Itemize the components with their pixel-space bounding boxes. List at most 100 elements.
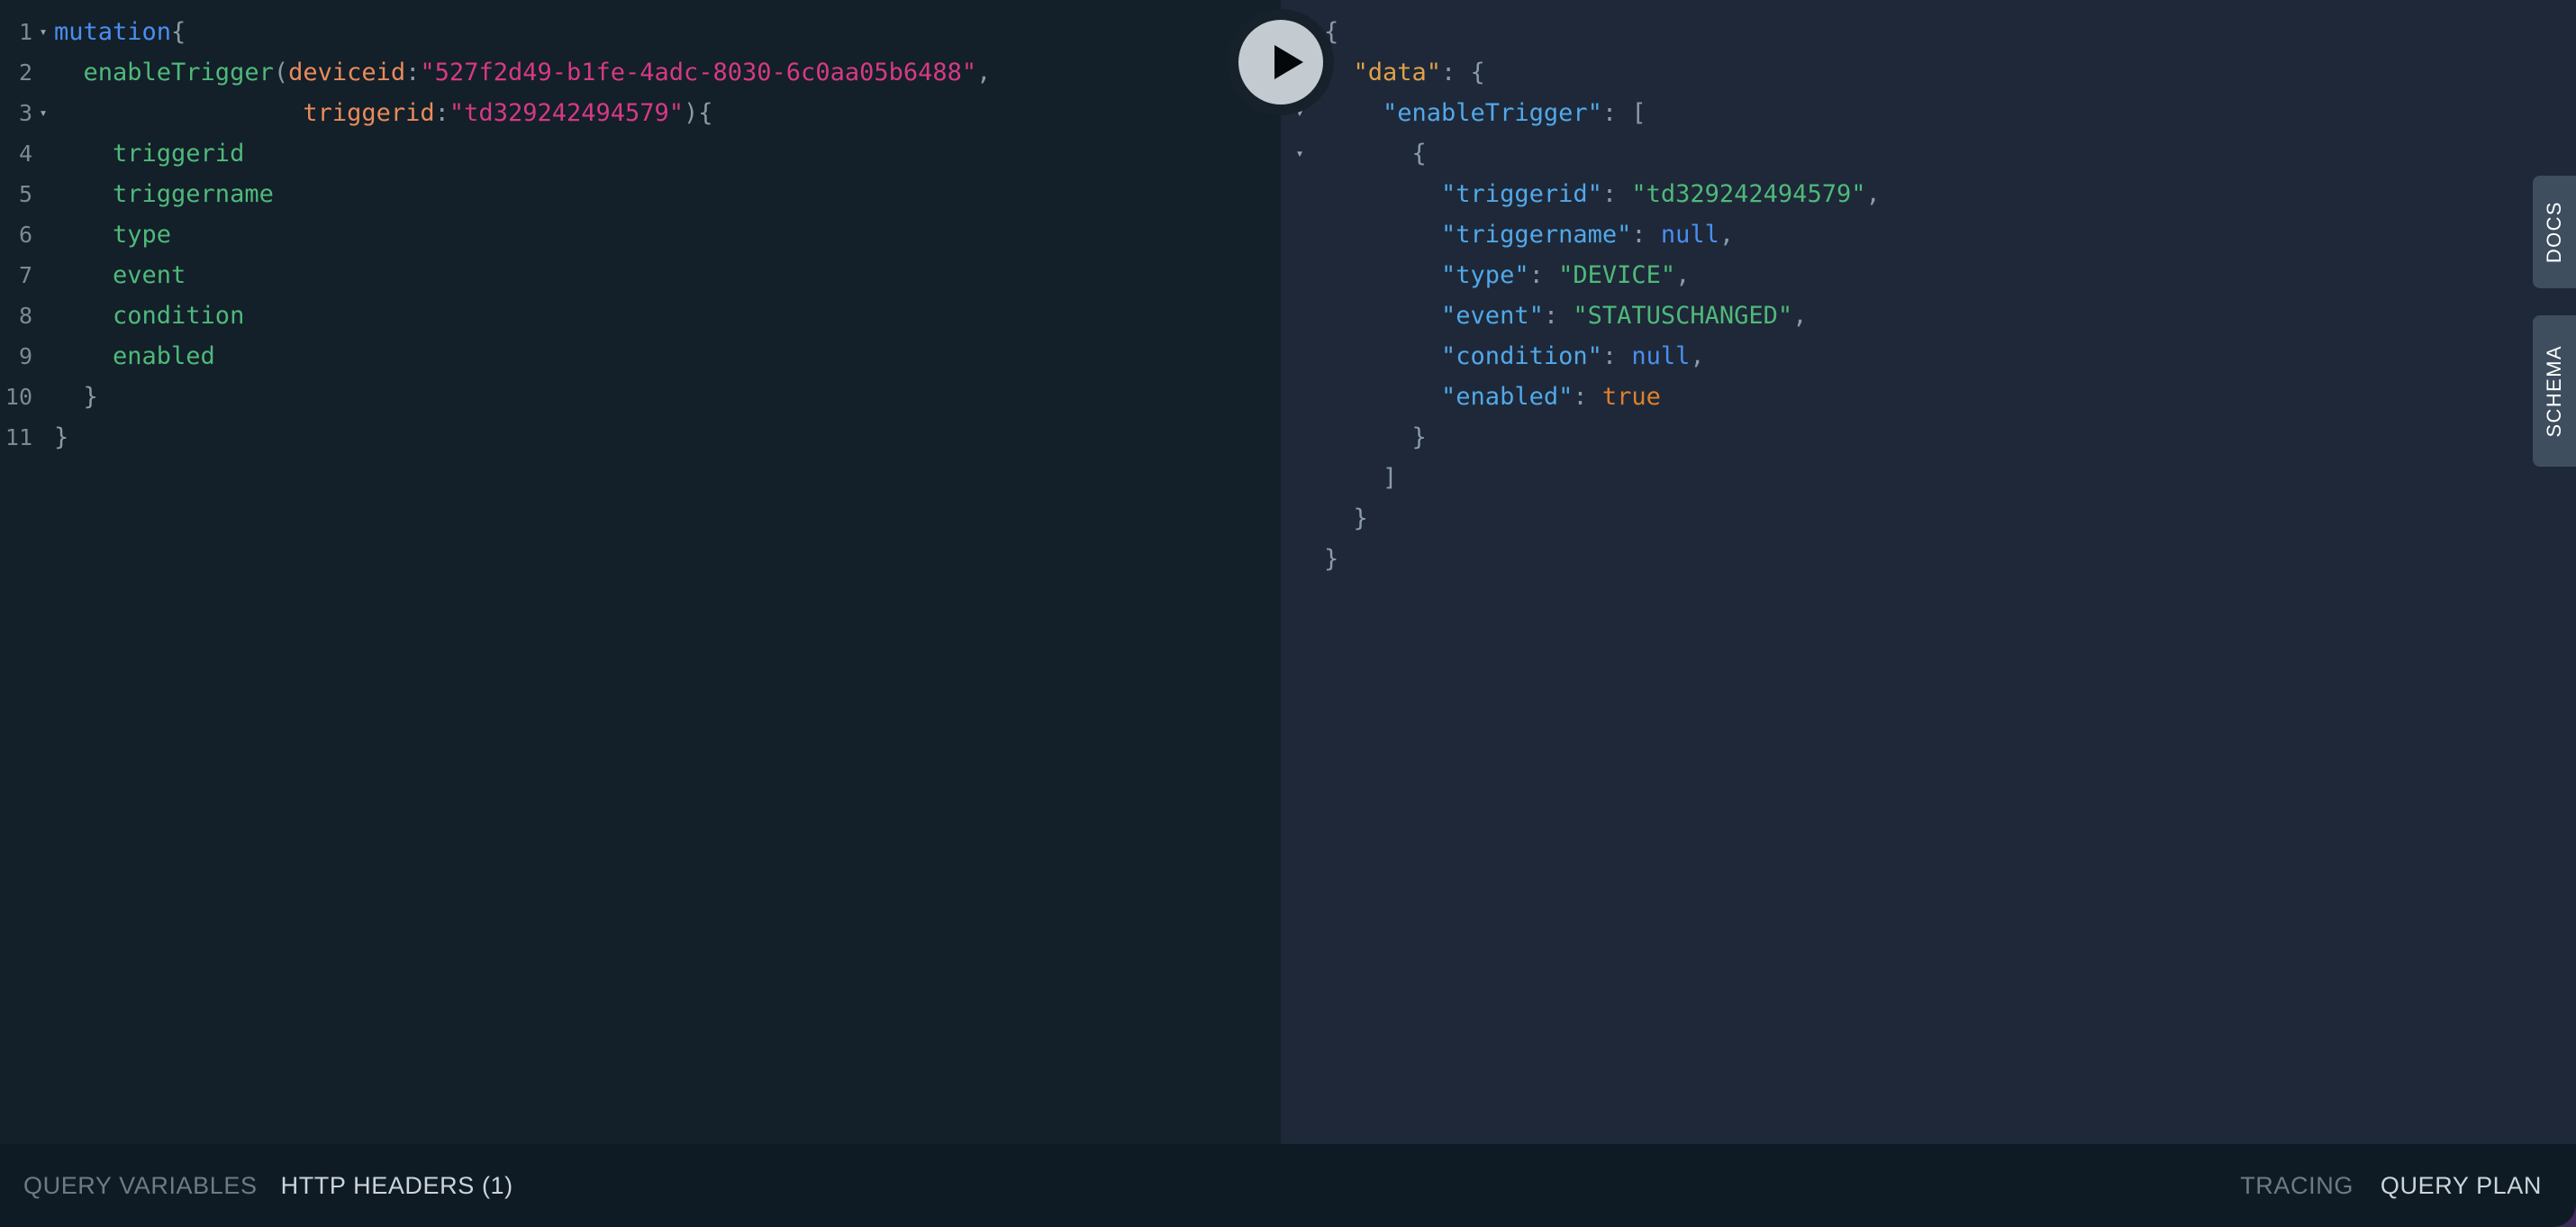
- response-line-content: }: [1324, 539, 1338, 579]
- bottom-bar-right-tabs: TRACING QUERY PLAN: [2240, 1172, 2542, 1200]
- response-line: "condition": null,: [1281, 336, 2576, 377]
- json-token: :: [1573, 383, 1602, 411]
- code-token: {: [171, 18, 186, 46]
- line-number: 3: [18, 100, 32, 126]
- code-token: enabled: [54, 342, 215, 370]
- json-token: "STATUSCHANGED": [1573, 302, 1793, 330]
- code-token: ,: [976, 59, 992, 86]
- sidebar-tab-schema-label: SCHEMA: [2543, 344, 2565, 438]
- line-content: triggerid:"td329242494579"){: [54, 93, 713, 133]
- editor-line: 5 triggername: [0, 174, 1281, 214]
- query-editor-pane[interactable]: 1 ▾ mutation{2 enableTrigger(deviceid:"527…: [0, 0, 1281, 1144]
- response-line: ▾ "enableTrigger": [: [1281, 93, 2576, 133]
- json-token: "triggername": [1324, 221, 1632, 249]
- json-token: }: [1324, 504, 1368, 532]
- code-token: "td329242494579": [449, 99, 685, 127]
- sidebar-tab-docs[interactable]: DOCS: [2533, 176, 2576, 288]
- json-token: null: [1631, 342, 1691, 370]
- fold-toggle-icon[interactable]: ▾: [1292, 133, 1308, 174]
- response-line: "type": "DEVICE",: [1281, 255, 2576, 295]
- json-token: "event": [1324, 302, 1544, 330]
- line-number: 7: [18, 262, 32, 288]
- editor-line: 7 event: [0, 255, 1281, 295]
- json-token: }: [1324, 423, 1427, 451]
- code-token: enableTrigger: [54, 59, 274, 86]
- response-line: "enabled": true: [1281, 377, 2576, 417]
- code-token: ){: [684, 99, 713, 127]
- line-number: 11: [5, 424, 32, 450]
- line-number: 9: [18, 343, 32, 369]
- execute-query-button[interactable]: [1228, 9, 1334, 115]
- code-token: mutation: [54, 18, 172, 46]
- response-line-content: "triggername": null,: [1324, 214, 1734, 255]
- code-token: type: [54, 221, 172, 249]
- response-line-content: }: [1324, 417, 1427, 458]
- json-token: "DEVICE": [1558, 261, 1676, 289]
- response-viewer-code: ▾{▾ "data": {▾ "enableTrigger": [▾ { "tr…: [1281, 12, 2576, 579]
- code-token: triggername: [54, 180, 274, 208]
- line-number: 1: [18, 19, 32, 45]
- response-line-content: }: [1324, 498, 1368, 539]
- response-line: ▾{: [1281, 12, 2576, 52]
- bottom-bar: QUERY VARIABLES HTTP HEADERS (1) TRACING Q…: [0, 1144, 2576, 1227]
- sidebar-tab-docs-label: DOCS: [2543, 200, 2565, 264]
- response-line-content: "enableTrigger": [: [1324, 93, 1646, 133]
- response-line-content: "data": {: [1324, 52, 1485, 93]
- response-line-content: "type": "DEVICE",: [1324, 255, 1690, 295]
- bottom-tab-http-headers[interactable]: HTTP HEADERS (1): [281, 1172, 513, 1200]
- json-token: ,: [1690, 342, 1705, 370]
- line-content: mutation{: [54, 12, 186, 52]
- response-line-content: "condition": null,: [1324, 336, 1705, 377]
- workspace-split: 1 ▾ mutation{2 enableTrigger(deviceid:"527…: [0, 0, 2576, 1144]
- editor-line: 4 triggerid: [0, 133, 1281, 174]
- sidebar-tab-schema[interactable]: SCHEMA: [2533, 315, 2576, 467]
- json-token: :: [1528, 261, 1559, 289]
- code-token: "527f2d49-b1fe-4adc-8030-6c0aa05b6488": [420, 59, 977, 86]
- response-line: ]: [1281, 458, 2576, 498]
- response-viewer-pane[interactable]: ▾{▾ "data": {▾ "enableTrigger": [▾ { "tr…: [1281, 0, 2576, 1144]
- line-content: }: [54, 417, 68, 458]
- response-line-content: "enabled": true: [1324, 377, 1661, 417]
- line-number: 10: [5, 384, 32, 410]
- bottom-tab-query-variables[interactable]: QUERY VARIABLES: [23, 1172, 258, 1200]
- query-editor-code[interactable]: 1 ▾ mutation{2 enableTrigger(deviceid:"527…: [0, 12, 1281, 458]
- response-line-content: ]: [1324, 458, 1397, 498]
- editor-line: 11}: [0, 417, 1281, 458]
- line-number: 5: [18, 181, 32, 207]
- code-token: :: [405, 59, 421, 86]
- editor-line: 9 enabled: [0, 336, 1281, 377]
- response-line: }: [1281, 539, 2576, 579]
- bottom-tab-tracing[interactable]: TRACING: [2240, 1172, 2354, 1200]
- json-token: "enableTrigger": [1324, 99, 1602, 127]
- editor-line: 6 type: [0, 214, 1281, 255]
- editor-line: 3 ▾ triggerid:"td329242494579"){: [0, 93, 1281, 133]
- fold-toggle-icon[interactable]: ▾: [36, 93, 50, 133]
- json-token: true: [1601, 383, 1661, 411]
- json-token: {: [1324, 140, 1427, 168]
- play-icon: [1274, 45, 1303, 79]
- response-line-content: "event": "STATUSCHANGED",: [1324, 295, 1807, 336]
- json-token: : [: [1601, 99, 1646, 127]
- response-line-content: {: [1324, 133, 1427, 174]
- json-token: "condition": [1324, 342, 1602, 370]
- line-number: 4: [18, 141, 32, 167]
- line-content: enabled: [54, 336, 215, 377]
- graphql-playground-root: 1 ▾ mutation{2 enableTrigger(deviceid:"527…: [0, 0, 2576, 1227]
- json-token: :: [1601, 342, 1632, 370]
- json-token: ]: [1324, 464, 1398, 492]
- response-line: ▾ {: [1281, 133, 2576, 174]
- line-content: event: [54, 255, 186, 295]
- bottom-tab-query-plan[interactable]: QUERY PLAN: [2381, 1172, 2542, 1200]
- editor-line: 2 enableTrigger(deviceid:"527f2d49-b1fe-…: [0, 52, 1281, 93]
- fold-toggle-icon[interactable]: ▾: [36, 12, 50, 52]
- line-number: 2: [18, 59, 32, 86]
- response-line: }: [1281, 417, 2576, 458]
- code-token: deviceid: [288, 59, 406, 86]
- json-token: :: [1631, 221, 1661, 249]
- line-content: type: [54, 214, 171, 255]
- code-token: (: [273, 59, 289, 86]
- json-token: :: [1601, 180, 1632, 208]
- json-token: "data": [1324, 59, 1442, 86]
- line-number: 8: [18, 303, 32, 329]
